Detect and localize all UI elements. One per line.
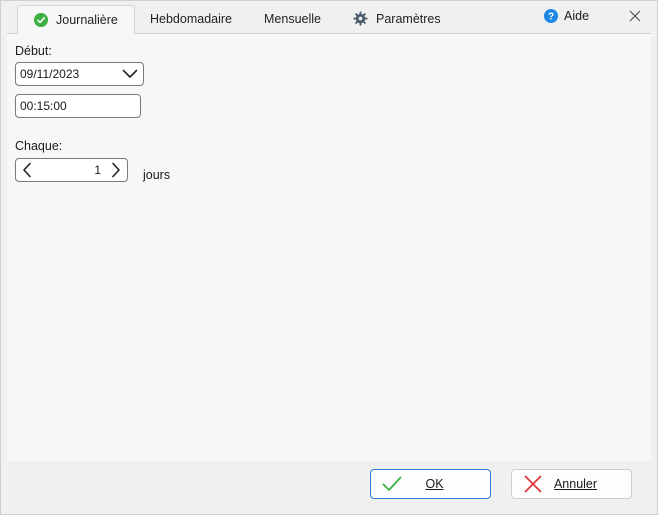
interval-stepper[interactable]: 1 — [15, 158, 128, 182]
help-label: Aide — [564, 9, 590, 23]
gear-icon — [353, 11, 368, 26]
start-time-input[interactable] — [15, 94, 141, 118]
start-date-value: 09/11/2023 — [20, 67, 80, 81]
svg-text:?: ? — [548, 12, 554, 23]
help-button[interactable]: ? Aide — [544, 9, 589, 23]
chevron-right-icon — [112, 162, 120, 178]
chevron-left-icon — [23, 162, 31, 178]
check-circle-icon — [34, 13, 48, 27]
start-date-select[interactable]: 09/11/2023 — [15, 62, 144, 86]
chevron-down-icon[interactable] — [117, 63, 143, 85]
interval-value[interactable]: 1 — [38, 163, 105, 177]
tab-weekly-label: Hebdomadaire — [150, 11, 232, 26]
close-button[interactable] — [625, 7, 645, 27]
dialog-window: Journalière Hebdomadaire Mensuelle Param… — [0, 0, 658, 515]
ok-label: OK — [425, 477, 444, 491]
decrement-button[interactable] — [16, 159, 38, 181]
interval-unit-label: jours — [143, 168, 171, 182]
check-icon — [375, 476, 409, 492]
tab-settings-label: Paramètres — [376, 11, 441, 26]
tab-monthly[interactable]: Mensuelle — [264, 5, 321, 32]
close-icon — [629, 10, 641, 25]
tab-bar: Journalière Hebdomadaire Mensuelle Param… — [1, 1, 657, 34]
every-label: Chaque: — [15, 139, 63, 153]
tab-content-daily: Début: 09/11/2023 Chaque: 1 — [7, 33, 651, 462]
tab-settings[interactable]: Paramètres — [353, 5, 441, 32]
tab-monthly-label: Mensuelle — [264, 11, 321, 26]
cancel-button[interactable]: Annuler — [511, 469, 632, 499]
cancel-label: Annuler — [553, 477, 598, 491]
tab-daily-label: Journalière — [56, 13, 118, 27]
tab-daily[interactable]: Journalière — [17, 5, 135, 34]
increment-button[interactable] — [105, 159, 127, 181]
start-label: Début: — [15, 44, 52, 58]
cross-icon — [516, 475, 550, 493]
help-icon: ? — [544, 9, 558, 23]
dialog-footer: OK Annuler — [1, 461, 657, 514]
ok-button[interactable]: OK — [370, 469, 491, 499]
tab-weekly[interactable]: Hebdomadaire — [150, 5, 232, 32]
